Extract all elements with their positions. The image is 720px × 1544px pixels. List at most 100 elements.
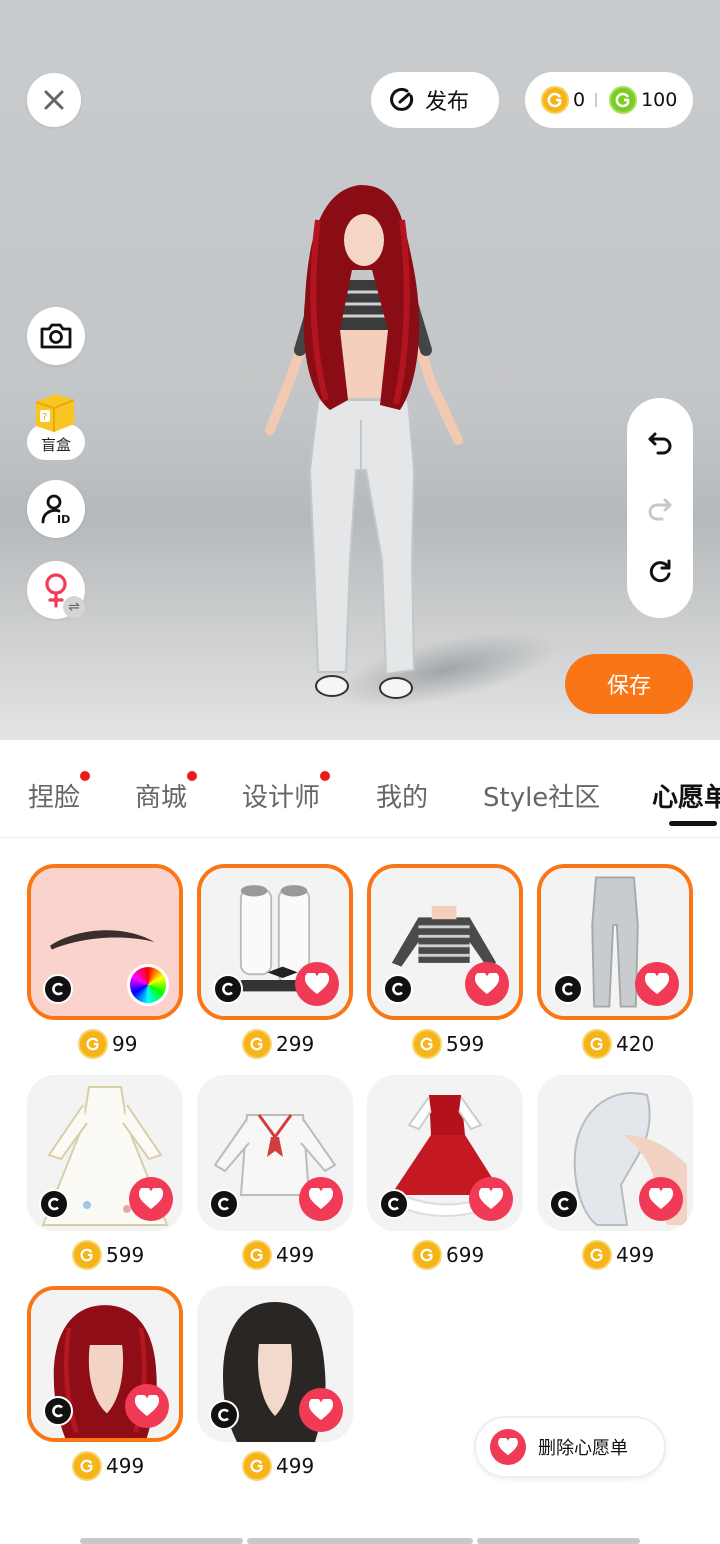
wishlist-heart-button[interactable]	[125, 1384, 169, 1428]
gold-coin-icon	[541, 86, 569, 114]
tab-label: 捏脸	[28, 783, 81, 813]
wishlist-item-striped-top[interactable]	[367, 864, 523, 1020]
gold-coin-icon	[582, 1240, 612, 1270]
wishlist-item-red-hair[interactable]	[27, 1286, 183, 1442]
price-value: 299	[276, 1032, 315, 1056]
notification-dot	[187, 771, 198, 781]
wishlist-item-sailor-jacket[interactable]	[197, 1075, 353, 1231]
camera-icon	[40, 323, 72, 349]
tab-wishlist[interactable]: 心愿单	[652, 777, 720, 814]
heart-icon	[309, 1399, 333, 1420]
user-id-icon: ID	[41, 494, 70, 526]
scroll-indicator	[80, 1538, 243, 1544]
undo-icon	[648, 432, 672, 455]
scroll-indicator	[477, 1538, 640, 1544]
gold-coin-icon	[412, 1029, 442, 1059]
active-tab-indicator	[669, 821, 717, 826]
redo-icon	[648, 498, 672, 521]
price-value: 420	[616, 1032, 655, 1056]
wishlist-heart-button[interactable]	[639, 1177, 683, 1221]
publish-button[interactable]: 发布	[371, 72, 499, 128]
price-value: 499	[276, 1243, 315, 1267]
wishlist-item-shoes[interactable]	[197, 864, 353, 1020]
item-price: 299	[242, 1027, 314, 1061]
notification-dot	[80, 771, 91, 781]
item-price: 420	[582, 1027, 654, 1061]
heart-icon	[649, 1188, 673, 1209]
creator-icon	[43, 974, 73, 1004]
wishlist-item-eyebrow[interactable]	[27, 864, 183, 1020]
item-price: 699	[412, 1238, 484, 1272]
wishlist-heart-button[interactable]	[465, 962, 509, 1006]
heart-icon	[139, 1188, 163, 1209]
item-price: 599	[412, 1027, 484, 1061]
price-value: 599	[106, 1243, 145, 1267]
gold-coin-icon	[242, 1029, 272, 1059]
wishlist-heart-button[interactable]	[635, 962, 679, 1006]
green-coin-icon	[609, 86, 638, 114]
tab-face[interactable]: 捏脸	[28, 771, 91, 814]
reset-button[interactable]	[644, 556, 676, 588]
currency-balance[interactable]: 0 100	[525, 72, 693, 128]
tab-label: 心愿单	[652, 783, 720, 813]
wishlist-heart-button[interactable]	[299, 1177, 343, 1221]
color-wheel-button[interactable]	[127, 964, 169, 1006]
gold-coin-icon	[78, 1029, 108, 1059]
wishlist-item-black-hair[interactable]	[197, 1286, 353, 1442]
undo-button[interactable]	[644, 426, 676, 458]
currency-divider	[595, 93, 598, 107]
notification-dot	[320, 771, 331, 781]
gold-coin-icon	[582, 1029, 612, 1059]
delete-wishlist-label: 删除心愿单	[538, 1438, 628, 1459]
heart-icon	[479, 1188, 503, 1209]
wishlist-heart-button[interactable]	[299, 1388, 343, 1432]
price-value: 499	[106, 1454, 145, 1478]
wishlist-item-red-dress[interactable]	[367, 1075, 523, 1231]
reset-icon	[649, 559, 671, 583]
creator-icon	[209, 1189, 239, 1219]
creator-icon	[549, 1189, 579, 1219]
save-button[interactable]: 保存	[565, 654, 693, 714]
wishlist-heart-button[interactable]	[295, 962, 339, 1006]
publish-label: 发布	[425, 90, 470, 115]
gold-coin-icon	[242, 1240, 272, 1270]
redo-button[interactable]	[644, 492, 676, 524]
close-button[interactable]	[27, 73, 81, 127]
swap-icon: ⇌	[63, 596, 85, 618]
publish-icon	[390, 87, 414, 111]
creator-icon	[209, 1400, 239, 1430]
tab-label: 设计师	[242, 783, 321, 813]
heart-icon	[645, 973, 669, 994]
delete-wishlist-button[interactable]: 删除心愿单	[474, 1416, 666, 1478]
tab-mall[interactable]: 商城	[135, 771, 198, 814]
wishlist-heart-button[interactable]	[129, 1177, 173, 1221]
tab-mine[interactable]: 我的	[376, 777, 428, 814]
creator-icon	[39, 1189, 69, 1219]
heart-icon	[475, 973, 499, 994]
creator-icon	[383, 974, 413, 1004]
tab-designer[interactable]: 设计师	[242, 771, 331, 814]
svg-text:ID: ID	[57, 513, 70, 526]
price-value: 99	[112, 1032, 138, 1056]
wishlist-item-pants[interactable]	[537, 864, 693, 1020]
tab-style-community[interactable]: Style社区	[483, 777, 600, 814]
avatar-preview-scene[interactable]: 发布 0 100 盲盒 ? ID ⇌ 保存	[0, 0, 720, 740]
creator-icon	[553, 974, 583, 1004]
scroll-indicator	[247, 1538, 473, 1544]
wishlist-heart-button[interactable]	[469, 1177, 513, 1221]
blind-box-icon: ?	[35, 394, 75, 432]
price-value: 499	[616, 1243, 655, 1267]
close-icon	[44, 90, 64, 110]
svg-text:?: ?	[42, 412, 47, 423]
item-price: 499	[242, 1238, 314, 1272]
camera-button[interactable]	[27, 307, 85, 365]
item-price: 99	[78, 1027, 137, 1061]
gold-coin-icon	[242, 1451, 272, 1481]
item-price: 599	[72, 1238, 144, 1272]
wishlist-item-white-gown[interactable]	[27, 1075, 183, 1231]
price-value: 699	[446, 1243, 485, 1267]
wishlist-item-silver-hair[interactable]	[537, 1075, 693, 1231]
item-price: 499	[72, 1449, 144, 1483]
gold-coin-icon	[72, 1240, 102, 1270]
avatar-id-button[interactable]: ID	[27, 480, 85, 538]
